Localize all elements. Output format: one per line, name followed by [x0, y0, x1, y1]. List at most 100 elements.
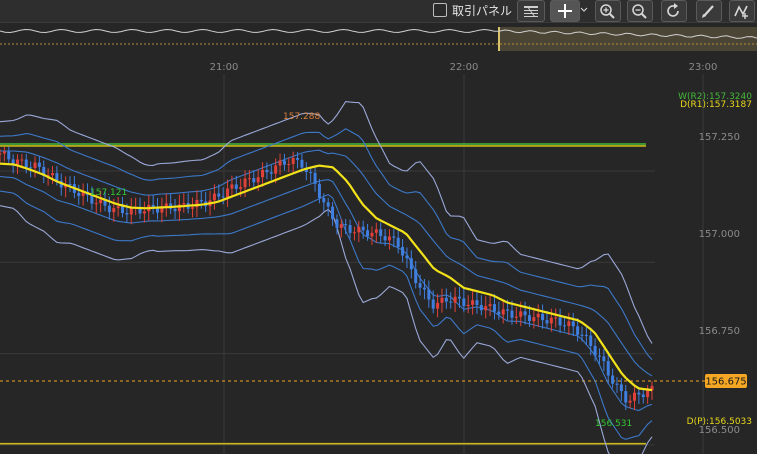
chart-toolbar: 取引パネル [0, 0, 757, 23]
candle-body [418, 283, 422, 288]
grid-settings-button[interactable] [517, 0, 545, 22]
candle-body [422, 287, 426, 290]
candle-body [348, 224, 352, 233]
candle-body [466, 304, 470, 307]
candle-body [532, 317, 536, 322]
candle-body [33, 162, 37, 168]
candle-body [387, 236, 391, 241]
candle-body [427, 289, 431, 300]
candle-body [541, 313, 545, 321]
candle-body [366, 230, 370, 237]
candle-body [462, 298, 466, 307]
candle-body [16, 159, 20, 165]
candle-body [252, 178, 256, 183]
draw-button[interactable] [696, 0, 722, 22]
candle-body [24, 159, 28, 168]
candle-body [230, 184, 234, 189]
candle-body [322, 198, 326, 203]
candle-body [624, 391, 628, 403]
candle-body [492, 304, 496, 312]
candle-body [440, 297, 444, 303]
candle-body [488, 304, 492, 307]
candle-body [239, 187, 243, 189]
zoom-out-button[interactable] [627, 0, 653, 22]
candle-body [243, 178, 247, 188]
candle-body [142, 211, 146, 214]
candle-body [475, 300, 479, 305]
current-price-badge: 156.675 [705, 374, 747, 388]
candle-body [374, 229, 378, 233]
navigator-overview[interactable] [0, 23, 757, 56]
candle-body [523, 311, 527, 316]
candle-body [632, 392, 636, 401]
candle-body [361, 226, 365, 231]
candle-body [256, 177, 260, 183]
candle-body [497, 311, 501, 315]
candle-body [125, 213, 129, 215]
candle-body [554, 317, 558, 319]
candle-body [405, 255, 409, 259]
pencil-draw-icon [702, 5, 714, 18]
candle-body [357, 226, 361, 233]
candle-body [567, 321, 571, 326]
candle-body [291, 157, 295, 164]
indicator-icon [734, 5, 748, 19]
candle-body [182, 203, 186, 205]
candle-body [217, 193, 221, 197]
candle-body [409, 258, 413, 270]
candle-body [331, 206, 335, 220]
candle-body [606, 361, 610, 376]
d-p-label: D(P):156.5033 [687, 417, 752, 427]
low-annotation: 156.531 [595, 419, 632, 429]
price-chart[interactable]: 21:00 22:00 23:00 157.250 157.000 156.75… [0, 56, 757, 454]
current-price-label: 156.675 [705, 377, 746, 388]
candle-body [484, 306, 488, 311]
candle-body [519, 311, 523, 317]
candle-body [199, 199, 203, 202]
grid-settings-icon [524, 5, 538, 18]
trading-panel-checkbox[interactable] [433, 3, 447, 17]
candle-body [479, 304, 483, 311]
candle-body [501, 309, 505, 315]
candle-body [545, 320, 549, 324]
candle-body [112, 208, 116, 213]
candle-body [234, 184, 238, 189]
d-r1-label: D(R1):157.3187 [680, 100, 752, 110]
candle-body [379, 229, 383, 237]
candle-body [261, 169, 265, 178]
candle-body [457, 296, 461, 299]
candle-body [641, 394, 645, 398]
refresh-button[interactable] [661, 0, 687, 22]
indicator-button[interactable] [729, 0, 755, 22]
candle-body [29, 167, 33, 169]
candle-body [453, 296, 457, 303]
crosshair-dropdown[interactable] [579, 0, 589, 20]
candle-body [0, 153, 2, 155]
chevron-down-icon [580, 7, 588, 12]
candle-body [431, 299, 435, 309]
candle-body [339, 224, 343, 228]
candle-body [370, 232, 374, 237]
crosshair-button[interactable] [550, 0, 580, 22]
candle-body [287, 163, 291, 165]
zoom-in-button[interactable] [595, 0, 621, 22]
candle-body [296, 157, 300, 160]
candle-body [344, 224, 348, 226]
candle-body [562, 325, 566, 327]
candle-body [580, 334, 584, 336]
candle-body [414, 269, 418, 284]
candle-body [449, 301, 453, 303]
navigator-selection-window[interactable] [499, 27, 757, 51]
candle-body [383, 236, 387, 241]
candle-body [317, 183, 321, 199]
zoom-in-icon [600, 4, 615, 19]
candle-body [51, 173, 55, 176]
candle-body [326, 202, 330, 207]
candle-body [619, 384, 623, 392]
candle-body [94, 203, 98, 205]
candle-body [597, 355, 601, 357]
candle-body [637, 392, 641, 395]
candle-body [536, 313, 540, 318]
candle-body [576, 326, 580, 335]
candle-body [549, 317, 553, 324]
